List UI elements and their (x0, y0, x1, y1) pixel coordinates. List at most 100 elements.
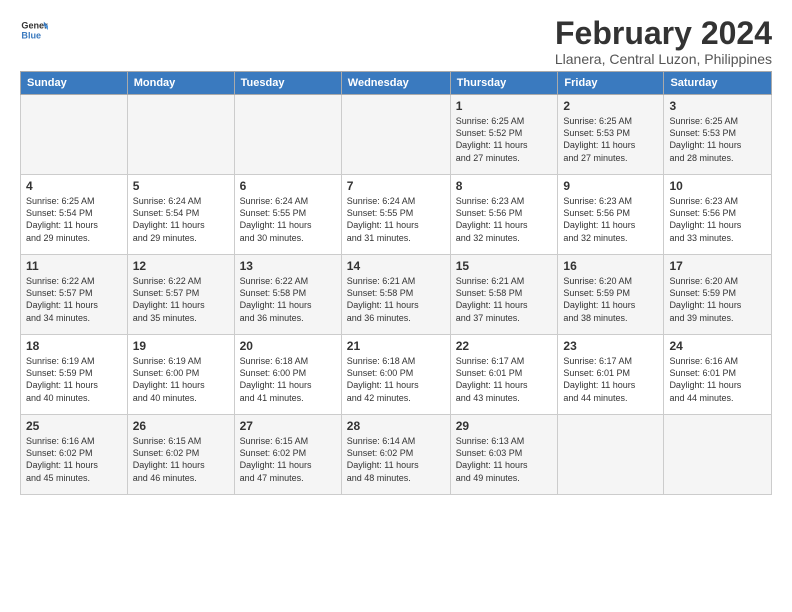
day-number: 22 (456, 339, 553, 353)
calendar-cell (664, 415, 772, 495)
title-block: February 2024 Llanera, Central Luzon, Ph… (555, 16, 772, 67)
day-info: Sunrise: 6:21 AMSunset: 5:58 PMDaylight:… (456, 275, 553, 324)
week-row-3: 11Sunrise: 6:22 AMSunset: 5:57 PMDayligh… (21, 255, 772, 335)
day-number: 17 (669, 259, 766, 273)
calendar-cell: 14 Sunrise: 6:21 AMSunset: 5:58 PMDayligh… (341, 255, 450, 335)
day-number: 25 (26, 419, 122, 433)
svg-text:Blue: Blue (21, 30, 41, 40)
header-row: SundayMondayTuesdayWednesdayThursdayFrid… (21, 72, 772, 95)
calendar-cell: 1 Sunrise: 6:25 AMSunset: 5:52 PMDaylight… (450, 95, 558, 175)
calendar-cell (558, 415, 664, 495)
week-row-5: 25 Sunrise: 6:16 AMSunset: 6:02 PMDayligh… (21, 415, 772, 495)
calendar-cell: 28Sunrise: 6:14 AMSunset: 6:02 PMDayligh… (341, 415, 450, 495)
header: General Blue February 2024 Llanera, Cent… (20, 16, 772, 67)
day-number: 27 (240, 419, 336, 433)
calendar-cell: 29 Sunrise: 6:13 AMSunset: 6:03 PMDayligh… (450, 415, 558, 495)
calendar-cell: 21 Sunrise: 6:18 AMSunset: 6:00 PMDayligh… (341, 335, 450, 415)
month-title: February 2024 (555, 16, 772, 51)
calendar-cell: 20 Sunrise: 6:18 AMSunset: 6:00 PMDayligh… (234, 335, 341, 415)
day-number: 14 (347, 259, 445, 273)
calendar-cell: 6 Sunrise: 6:24 AMSunset: 5:55 PMDaylight… (234, 175, 341, 255)
calendar-cell: 9 Sunrise: 6:23 AMSunset: 5:56 PMDaylight… (558, 175, 664, 255)
day-info: Sunrise: 6:22 AMSunset: 5:57 PMDaylight:… (26, 275, 122, 324)
day-number: 29 (456, 419, 553, 433)
week-row-2: 4 Sunrise: 6:25 AMSunset: 5:54 PMDaylight… (21, 175, 772, 255)
calendar-cell: 8 Sunrise: 6:23 AMSunset: 5:56 PMDaylight… (450, 175, 558, 255)
day-number: 23 (563, 339, 658, 353)
day-number: 21 (347, 339, 445, 353)
day-info: Sunrise: 6:13 AMSunset: 6:03 PMDaylight:… (456, 435, 553, 484)
calendar-cell: 18Sunrise: 6:19 AMSunset: 5:59 PMDayligh… (21, 335, 128, 415)
day-info: Sunrise: 6:20 AMSunset: 5:59 PMDaylight:… (669, 275, 766, 324)
day-info: Sunrise: 6:17 AMSunset: 6:01 PMDaylight:… (563, 355, 658, 404)
day-number: 9 (563, 179, 658, 193)
calendar-cell: 3 Sunrise: 6:25 AMSunset: 5:53 PMDaylight… (664, 95, 772, 175)
day-info: Sunrise: 6:18 AMSunset: 6:00 PMDaylight:… (240, 355, 336, 404)
day-number: 4 (26, 179, 122, 193)
calendar-cell: 16Sunrise: 6:20 AMSunset: 5:59 PMDayligh… (558, 255, 664, 335)
day-number: 18 (26, 339, 122, 353)
calendar-cell: 25 Sunrise: 6:16 AMSunset: 6:02 PMDayligh… (21, 415, 128, 495)
day-info: Sunrise: 6:25 AMSunset: 5:53 PMDaylight:… (563, 115, 658, 164)
calendar-cell (234, 95, 341, 175)
day-number: 12 (133, 259, 229, 273)
day-number: 13 (240, 259, 336, 273)
col-header-thursday: Thursday (450, 72, 558, 95)
calendar-cell: 27Sunrise: 6:15 AMSunset: 6:02 PMDayligh… (234, 415, 341, 495)
day-info: Sunrise: 6:21 AMSunset: 5:58 PMDaylight:… (347, 275, 445, 324)
calendar-cell: 23 Sunrise: 6:17 AMSunset: 6:01 PMDayligh… (558, 335, 664, 415)
day-number: 7 (347, 179, 445, 193)
day-info: Sunrise: 6:25 AMSunset: 5:52 PMDaylight:… (456, 115, 553, 164)
day-info: Sunrise: 6:18 AMSunset: 6:00 PMDaylight:… (347, 355, 445, 404)
day-info: Sunrise: 6:16 AMSunset: 6:02 PMDaylight:… (26, 435, 122, 484)
day-number: 19 (133, 339, 229, 353)
day-info: Sunrise: 6:15 AMSunset: 6:02 PMDaylight:… (133, 435, 229, 484)
calendar-table: SundayMondayTuesdayWednesdayThursdayFrid… (20, 71, 772, 495)
calendar-cell: 15 Sunrise: 6:21 AMSunset: 5:58 PMDayligh… (450, 255, 558, 335)
day-number: 16 (563, 259, 658, 273)
logo: General Blue (20, 16, 48, 44)
page-container: General Blue February 2024 Llanera, Cent… (0, 0, 792, 505)
col-header-monday: Monday (127, 72, 234, 95)
day-info: Sunrise: 6:14 AMSunset: 6:02 PMDaylight:… (347, 435, 445, 484)
calendar-cell: 22 Sunrise: 6:17 AMSunset: 6:01 PMDayligh… (450, 335, 558, 415)
day-number: 3 (669, 99, 766, 113)
calendar-cell: 4 Sunrise: 6:25 AMSunset: 5:54 PMDaylight… (21, 175, 128, 255)
day-number: 24 (669, 339, 766, 353)
calendar-cell: 2 Sunrise: 6:25 AMSunset: 5:53 PMDaylight… (558, 95, 664, 175)
calendar-cell (127, 95, 234, 175)
calendar-cell: 26 Sunrise: 6:15 AMSunset: 6:02 PMDayligh… (127, 415, 234, 495)
day-info: Sunrise: 6:23 AMSunset: 5:56 PMDaylight:… (669, 195, 766, 244)
calendar-cell: 17 Sunrise: 6:20 AMSunset: 5:59 PMDayligh… (664, 255, 772, 335)
day-number: 15 (456, 259, 553, 273)
col-header-friday: Friday (558, 72, 664, 95)
day-info: Sunrise: 6:25 AMSunset: 5:53 PMDaylight:… (669, 115, 766, 164)
day-number: 1 (456, 99, 553, 113)
day-info: Sunrise: 6:23 AMSunset: 5:56 PMDaylight:… (563, 195, 658, 244)
week-row-1: 1 Sunrise: 6:25 AMSunset: 5:52 PMDaylight… (21, 95, 772, 175)
week-row-4: 18Sunrise: 6:19 AMSunset: 5:59 PMDayligh… (21, 335, 772, 415)
col-header-tuesday: Tuesday (234, 72, 341, 95)
day-info: Sunrise: 6:22 AMSunset: 5:58 PMDaylight:… (240, 275, 336, 324)
logo-icon: General Blue (20, 16, 48, 44)
calendar-cell: 7 Sunrise: 6:24 AMSunset: 5:55 PMDaylight… (341, 175, 450, 255)
calendar-cell (21, 95, 128, 175)
calendar-cell: 13 Sunrise: 6:22 AMSunset: 5:58 PMDayligh… (234, 255, 341, 335)
calendar-cell: 12Sunrise: 6:22 AMSunset: 5:57 PMDayligh… (127, 255, 234, 335)
day-info: Sunrise: 6:23 AMSunset: 5:56 PMDaylight:… (456, 195, 553, 244)
day-info: Sunrise: 6:17 AMSunset: 6:01 PMDaylight:… (456, 355, 553, 404)
day-info: Sunrise: 6:24 AMSunset: 5:55 PMDaylight:… (240, 195, 336, 244)
day-info: Sunrise: 6:25 AMSunset: 5:54 PMDaylight:… (26, 195, 122, 244)
day-info: Sunrise: 6:19 AMSunset: 6:00 PMDaylight:… (133, 355, 229, 404)
location: Llanera, Central Luzon, Philippines (555, 51, 772, 67)
day-number: 26 (133, 419, 229, 433)
day-number: 6 (240, 179, 336, 193)
day-number: 8 (456, 179, 553, 193)
day-number: 20 (240, 339, 336, 353)
day-number: 2 (563, 99, 658, 113)
day-info: Sunrise: 6:24 AMSunset: 5:54 PMDaylight:… (133, 195, 229, 244)
day-info: Sunrise: 6:24 AMSunset: 5:55 PMDaylight:… (347, 195, 445, 244)
col-header-wednesday: Wednesday (341, 72, 450, 95)
col-header-sunday: Sunday (21, 72, 128, 95)
calendar-cell (341, 95, 450, 175)
